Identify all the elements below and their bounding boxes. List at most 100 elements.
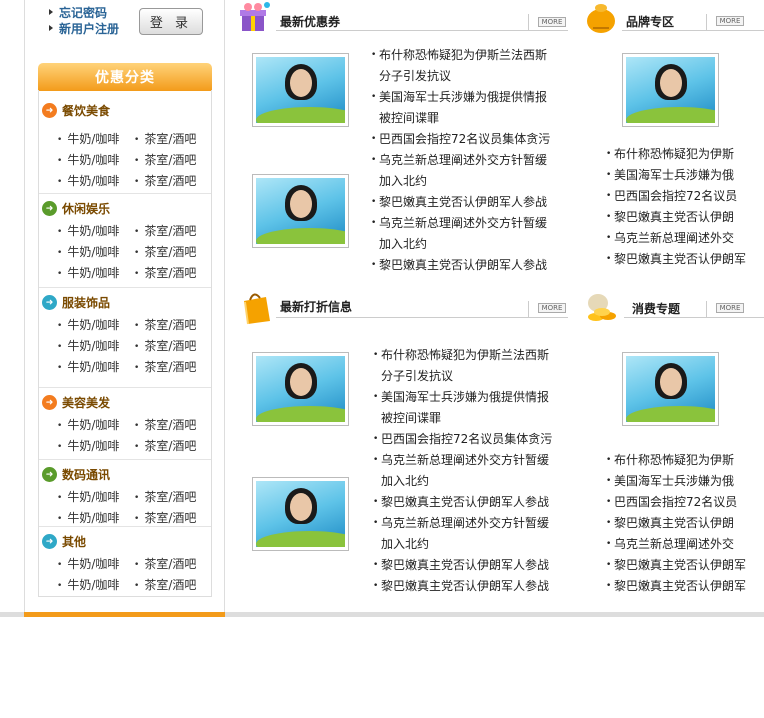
category-link[interactable]: 茶室/酒吧 <box>134 437 196 454</box>
divider <box>624 317 764 318</box>
divider <box>528 14 529 30</box>
login-button[interactable]: 登 录 <box>139 8 203 35</box>
news-item[interactable]: 美国海军士兵涉嫌为俄 <box>606 165 756 186</box>
brands-news-list: 布什称恐怖疑犯为伊斯美国海军士兵涉嫌为俄巴西国会指控72名议员黎巴嫩真主党否认伊… <box>606 144 756 270</box>
news-item[interactable]: 巴西国会指控72名议员集体贪污 <box>371 129 561 150</box>
category-link[interactable]: 茶室/酒吧 <box>134 130 196 147</box>
arrow-circle-icon: ➜ <box>42 201 57 216</box>
category-link[interactable]: 茶室/酒吧 <box>134 509 196 526</box>
brands-header: 品牌专区 MORE <box>584 0 764 33</box>
news-item-text: 美国海军士兵涉嫌为俄提供情报 <box>381 390 550 404</box>
news-item[interactable]: 黎巴嫩真主党否认伊朗军人参战 <box>373 492 563 513</box>
news-item[interactable]: 乌克兰新总理阐述外交方针暂缓加入北约 <box>371 213 561 255</box>
news-item-text: 加入北约 <box>381 537 430 551</box>
category-link[interactable]: 牛奶/咖啡 <box>57 416 119 433</box>
category-heading[interactable]: ➜ 餐饮美食 <box>42 102 110 119</box>
category-2: ➜休闲娱乐牛奶/咖啡茶室/酒吧牛奶/咖啡茶室/酒吧牛奶/咖啡茶室/酒吧 <box>39 194 211 288</box>
category-link[interactable]: 茶室/酒吧 <box>134 316 196 333</box>
coupons-more-button[interactable]: MORE <box>538 17 566 27</box>
coupon-thumbnail-2[interactable] <box>252 174 349 248</box>
news-item[interactable]: 美国海军士兵涉嫌为俄提供情报被控间谍罪 <box>373 387 563 429</box>
category-heading[interactable]: ➜ 美容美发 <box>42 394 110 411</box>
news-item[interactable]: 巴西国会指控72名议员集体贪污 <box>373 429 563 450</box>
brands-more-button[interactable]: MORE <box>716 16 744 26</box>
category-link[interactable]: 茶室/酒吧 <box>134 576 196 593</box>
woman-portrait-image <box>256 356 345 422</box>
category-link[interactable]: 牛奶/咖啡 <box>57 151 119 168</box>
shopping-bag-icon <box>244 293 270 325</box>
woman-portrait-image <box>256 178 345 244</box>
news-item[interactable]: 乌克兰新总理阐述外交 <box>606 534 756 555</box>
news-item[interactable]: 布什称恐怖疑犯为伊斯 <box>606 144 756 165</box>
news-item[interactable]: 黎巴嫩真主党否认伊朗军 <box>606 576 756 597</box>
category-6: ➜ 其他牛奶/咖啡茶室/酒吧牛奶/咖啡茶室/酒吧 <box>39 527 211 597</box>
news-item[interactable]: 美国海军士兵涉嫌为俄提供情报被控间谍罪 <box>371 87 561 129</box>
coupon-thumbnail-1[interactable] <box>252 53 349 127</box>
discount-thumbnail-2[interactable] <box>252 477 349 551</box>
forgot-password-link[interactable]: 忘记密码 <box>49 4 119 20</box>
category-link[interactable]: 牛奶/咖啡 <box>57 576 119 593</box>
news-item[interactable]: 黎巴嫩真主党否认伊朗军 <box>606 249 756 270</box>
category-link[interactable]: 茶室/酒吧 <box>134 337 196 354</box>
category-heading[interactable]: ➜ 休闲娱乐 <box>42 200 110 217</box>
category-link[interactable]: 牛奶/咖啡 <box>57 337 119 354</box>
news-item[interactable]: 美国海军士兵涉嫌为俄 <box>606 471 756 492</box>
news-item[interactable]: 黎巴嫩真主党否认伊朗军 <box>606 555 756 576</box>
category-link[interactable]: 茶室/酒吧 <box>134 172 196 189</box>
news-item[interactable]: 布什称恐怖疑犯为伊斯 <box>606 450 756 471</box>
woman-portrait-image <box>626 356 715 422</box>
news-item-text: 布什称恐怖疑犯为伊斯兰法西斯 <box>379 48 548 62</box>
news-item[interactable]: 布什称恐怖疑犯为伊斯兰法西斯分子引发抗议 <box>371 45 561 87</box>
login-links: 忘记密码 新用户注册 <box>49 4 119 36</box>
news-item[interactable]: 乌克兰新总理阐述外交方针暂缓加入北约 <box>373 450 563 492</box>
login-panel: 忘记密码 新用户注册 登 录 <box>25 0 225 46</box>
category-link[interactable]: 牛奶/咖啡 <box>57 264 119 281</box>
topics-more-button[interactable]: MORE <box>716 303 744 313</box>
category-link[interactable]: 牛奶/咖啡 <box>57 488 119 505</box>
news-item[interactable]: 乌克兰新总理阐述外交方针暂缓加入北约 <box>371 150 561 192</box>
news-item[interactable]: 巴西国会指控72名议员 <box>606 186 756 207</box>
category-link[interactable]: 牛奶/咖啡 <box>57 130 119 147</box>
news-item[interactable]: 乌克兰新总理阐述外交方针暂缓加入北约 <box>373 513 563 555</box>
news-item[interactable]: 黎巴嫩真主党否认伊朗军人参战 <box>373 555 563 576</box>
category-link[interactable]: 茶室/酒吧 <box>134 264 196 281</box>
discount-thumbnail-1[interactable] <box>252 352 349 426</box>
category-heading[interactable]: ➜ 服装饰品 <box>42 294 110 311</box>
category-heading[interactable]: ➜ 其他 <box>42 533 86 550</box>
news-item[interactable]: 黎巴嫩真主党否认伊朗军人参战 <box>371 255 561 276</box>
register-link[interactable]: 新用户注册 <box>49 20 119 36</box>
category-heading[interactable]: ➜ 数码通讯 <box>42 466 110 483</box>
category-link[interactable]: 牛奶/咖啡 <box>57 316 119 333</box>
news-item[interactable]: 巴西国会指控72名议员 <box>606 492 756 513</box>
category-link[interactable]: 牛奶/咖啡 <box>57 358 119 375</box>
topic-thumbnail[interactable] <box>622 352 719 426</box>
category-link[interactable]: 牛奶/咖啡 <box>57 243 119 260</box>
coupons-news-list: 布什称恐怖疑犯为伊斯兰法西斯分子引发抗议美国海军士兵涉嫌为俄提供情报被控间谍罪巴… <box>371 45 561 276</box>
news-item[interactable]: 黎巴嫩真主党否认伊朗军人参战 <box>371 192 561 213</box>
category-link[interactable]: 茶室/酒吧 <box>134 555 196 572</box>
category-link[interactable]: 牛奶/咖啡 <box>57 437 119 454</box>
category-link[interactable]: 牛奶/咖啡 <box>57 555 119 572</box>
category-link[interactable]: 茶室/酒吧 <box>134 416 196 433</box>
divider <box>276 30 568 31</box>
category-link[interactable]: 茶室/酒吧 <box>134 151 196 168</box>
category-link[interactable]: 茶室/酒吧 <box>134 488 196 505</box>
category-5: ➜ 数码通讯牛奶/咖啡茶室/酒吧牛奶/咖啡茶室/酒吧 <box>39 460 211 527</box>
category-link[interactable]: 牛奶/咖啡 <box>57 222 119 239</box>
category-link[interactable]: 茶室/酒吧 <box>134 243 196 260</box>
news-item[interactable]: 布什称恐怖疑犯为伊斯兰法西斯分子引发抗议 <box>373 345 563 387</box>
category-link[interactable]: 茶室/酒吧 <box>134 358 196 375</box>
category-link[interactable]: 牛奶/咖啡 <box>57 172 119 189</box>
category-link[interactable]: 牛奶/咖啡 <box>57 509 119 526</box>
news-item[interactable]: 乌克兰新总理阐述外交 <box>606 228 756 249</box>
news-item[interactable]: 黎巴嫩真主党否认伊朗军人参战 <box>373 576 563 597</box>
news-item[interactable]: 黎巴嫩真主党否认伊朗 <box>606 513 756 534</box>
gift-box-icon <box>240 2 270 31</box>
money-bag-icon <box>587 4 615 33</box>
news-item[interactable]: 黎巴嫩真主党否认伊朗 <box>606 207 756 228</box>
brand-thumbnail[interactable] <box>622 53 719 127</box>
category-link[interactable]: 茶室/酒吧 <box>134 222 196 239</box>
categories-title: 优惠分类 <box>38 63 212 91</box>
discounts-more-button[interactable]: MORE <box>538 303 566 313</box>
news-item-text: 加入北约 <box>379 174 428 188</box>
